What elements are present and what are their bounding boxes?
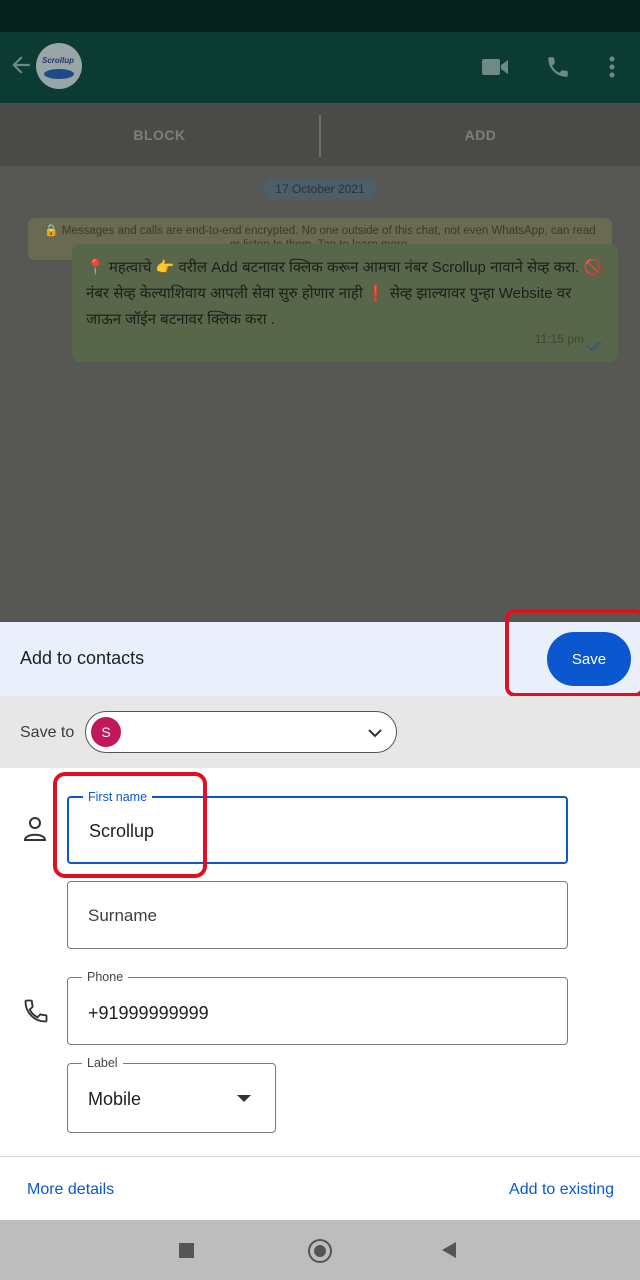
phone-type-dropdown[interactable]: Label Mobile (67, 1055, 276, 1133)
chevron-down-icon (368, 729, 382, 738)
sheet-footer: More details Add to existing (0, 1156, 640, 1220)
surname-placeholder: Surname (88, 906, 157, 925)
add-button[interactable]: ADD (321, 103, 640, 166)
chat-avatar[interactable]: Scrollup (36, 43, 82, 89)
avatar-logo-swoosh (44, 69, 74, 79)
dropdown-caret-icon (237, 1095, 251, 1102)
block-button[interactable]: BLOCK (0, 103, 319, 166)
phone-value: +91999999999 (88, 1003, 209, 1023)
account-avatar: S (91, 717, 121, 747)
phone-type-value: Mobile (88, 1089, 142, 1109)
nav-recents-icon[interactable] (179, 1243, 194, 1258)
person-icon (23, 817, 47, 841)
sheet-title: Add to contacts (20, 648, 145, 668)
back-arrow-icon[interactable] (8, 52, 34, 78)
phone-icon (24, 999, 48, 1023)
save-highlight-box (505, 609, 640, 697)
surname-field[interactable]: Surname (67, 881, 568, 949)
save-to-label: Save to (20, 724, 75, 741)
phone-field[interactable]: Phone +91999999999 (67, 969, 568, 1045)
nav-back-icon[interactable] (442, 1242, 456, 1258)
message-bubble[interactable]: 📍 महत्वाचे 👉 वरील Add बटनावर क्लिक करून … (72, 244, 618, 362)
chat-action-bar: BLOCK ADD (0, 103, 640, 166)
avatar-logo-text: Scrollup (42, 56, 75, 65)
voice-call-icon[interactable] (543, 54, 573, 80)
phone-type-label: Label (82, 1055, 123, 1071)
account-dropdown[interactable]: S (85, 711, 397, 753)
double-check-icon (586, 341, 602, 352)
date-chip: 17 October 2021 (264, 178, 376, 200)
message-time: 11:15 pm (534, 332, 584, 346)
nav-home-dot (314, 1245, 326, 1257)
message-text: 📍 महत्वाचे 👉 वरील Add बटनावर क्लिक करून … (86, 259, 603, 328)
save-to-row: Save to S (0, 696, 640, 768)
system-nav-bar (0, 1220, 640, 1280)
more-details-link[interactable]: More details (27, 1181, 114, 1199)
status-bar (0, 0, 640, 32)
chat-app-bar: Scrollup (0, 32, 640, 103)
phone-label: Phone (82, 969, 129, 985)
video-call-icon[interactable] (480, 54, 510, 80)
add-to-existing-link[interactable]: Add to existing (509, 1181, 614, 1199)
more-vert-icon[interactable] (598, 54, 628, 80)
first-name-highlight-box (53, 772, 207, 878)
nav-home-icon[interactable] (308, 1239, 332, 1263)
chat-area: 17 October 2021 🔒 Messages and calls are… (0, 166, 640, 622)
